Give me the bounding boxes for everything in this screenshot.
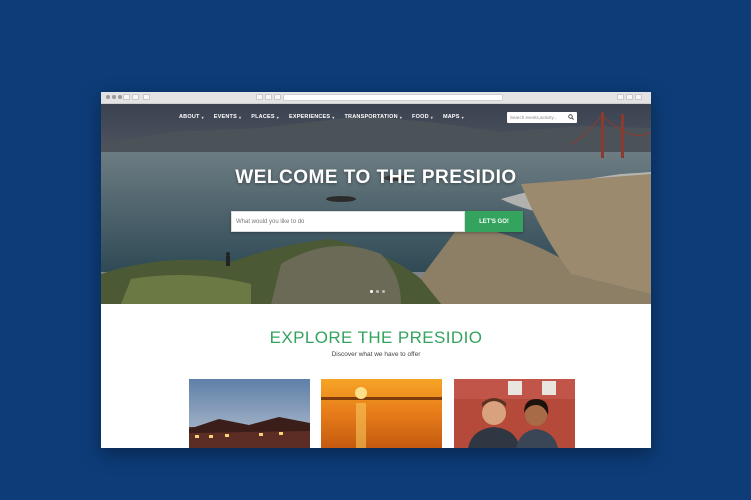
carousel-dot[interactable] — [370, 290, 373, 293]
header-search-input[interactable]: Search events,activity... — [507, 112, 577, 123]
chevron-down-icon: ▾ — [276, 114, 279, 120]
chevron-down-icon: ▾ — [399, 114, 403, 120]
card-smiling-couple[interactable] — [454, 379, 575, 448]
nav-experiences[interactable]: EXPERIENCES ▾ — [289, 114, 335, 120]
new-tab-button[interactable] — [635, 94, 642, 100]
carousel-dots — [370, 290, 385, 293]
activity-search-input[interactable]: What would you like to do — [231, 211, 465, 232]
search-icon[interactable] — [568, 114, 574, 120]
chevron-down-icon: ▾ — [430, 114, 433, 120]
forward-button[interactable] — [132, 94, 139, 100]
extension-button[interactable] — [626, 94, 633, 100]
card-image — [454, 379, 575, 448]
card-sunset-over-water[interactable] — [321, 379, 442, 448]
address-bar[interactable] — [283, 94, 503, 101]
explore-subtitle: Discover what we have to offer — [331, 351, 421, 358]
explore-title: EXPLORE THE PRESIDIO — [269, 328, 483, 347]
card-image — [189, 379, 310, 448]
chevron-down-icon: ▾ — [332, 114, 335, 120]
window-controls[interactable] — [106, 95, 122, 99]
hero-section: ABOUT ▾ EVENTS ▾ PLACES ▾ EXPERIENCES ▾ TRAN… — [101, 104, 651, 304]
nav-transportation[interactable]: TRANSPORTATION ▾ — [345, 114, 403, 120]
nav-events[interactable]: EVENTS ▾ — [214, 114, 241, 120]
tabs-button[interactable] — [265, 94, 272, 100]
nav-about[interactable]: ABOUT ▾ — [179, 114, 204, 120]
lets-go-button[interactable]: LET'S GO! — [465, 211, 523, 232]
carousel-dot[interactable] — [376, 290, 379, 293]
bookmark-button[interactable] — [274, 94, 281, 100]
nav-food[interactable]: FOOD ▾ — [412, 114, 433, 120]
nav-places[interactable]: PLACES ▾ — [251, 114, 279, 120]
card-image — [321, 379, 442, 448]
browser-window: ABOUT ▾ EVENTS ▾ PLACES ▾ EXPERIENCES ▾ TRAN… — [101, 92, 651, 448]
download-button[interactable] — [617, 94, 624, 100]
chevron-down-icon: ▾ — [461, 114, 464, 120]
chevron-down-icon: ▾ — [239, 114, 242, 120]
hero-title: WELCOME TO THE PRESIDIO — [235, 167, 517, 188]
back-button[interactable] — [123, 94, 130, 100]
card-building-at-dusk[interactable] — [189, 379, 310, 448]
nav-maps[interactable]: MAPS ▾ — [443, 114, 464, 120]
chevron-down-icon: ▾ — [201, 114, 204, 120]
share-button[interactable] — [256, 94, 263, 100]
sidebar-button[interactable] — [143, 94, 150, 100]
main-nav: ABOUT ▾ EVENTS ▾ PLACES ▾ EXPERIENCES ▾ TRAN… — [179, 114, 464, 120]
carousel-dot[interactable] — [382, 290, 385, 293]
browser-toolbar — [101, 92, 651, 104]
hero-search: What would you like to do LET'S GO! — [231, 211, 523, 232]
hero-photo — [101, 104, 651, 304]
